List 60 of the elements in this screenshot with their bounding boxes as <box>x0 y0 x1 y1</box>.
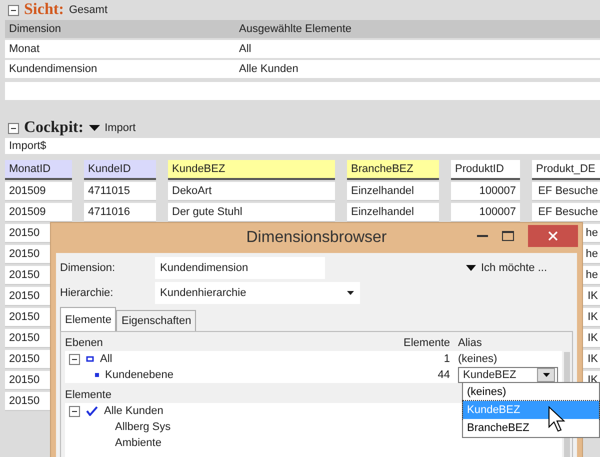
dropdown-arrow-icon <box>347 291 354 295</box>
column-header[interactable]: ProduktID <box>451 160 520 180</box>
table-cell: 4711015 <box>84 182 156 201</box>
table-cell: 100007 <box>451 203 520 222</box>
tab[interactable]: Elemente <box>60 307 116 331</box>
collapse-icon[interactable] <box>8 4 19 16</box>
tree-item[interactable]: Kundenebene <box>105 369 174 381</box>
section-title: Sicht: <box>24 1 64 19</box>
table-cell: 100007 <box>451 182 520 201</box>
tree-item[interactable]: Alle Kunden <box>104 405 164 417</box>
table-cell-text: 1 <box>442 353 451 365</box>
table-cell: 4711016 <box>84 203 156 222</box>
level-icon <box>86 356 94 362</box>
dropdown-arrow-icon <box>466 265 476 271</box>
collapse-icon[interactable] <box>69 354 80 364</box>
table-cell-text: Monat <box>8 43 41 55</box>
table-cell: 201509 <box>5 182 72 201</box>
table-cell: EF Besuche <box>532 182 600 201</box>
column-header[interactable]: KundeBEZ <box>168 160 335 180</box>
column-header: Elemente <box>402 337 451 349</box>
table-cell: DekoArt <box>168 182 335 201</box>
collapse-icon[interactable] <box>69 406 80 416</box>
dialog-title: Dimensionsbrowser <box>246 229 387 247</box>
tree-item[interactable]: Allberg Sys <box>115 421 171 433</box>
dropdown-arrow-icon[interactable] <box>88 124 100 132</box>
column-header[interactable]: Produkt_DE <box>532 160 600 180</box>
section-value: Gesamt <box>69 4 108 16</box>
table-cell-text: (keines) <box>458 353 498 365</box>
collapse-icon[interactable] <box>8 122 19 134</box>
maximize-icon[interactable] <box>502 231 514 241</box>
table-cell: 201509 <box>5 203 72 222</box>
tree-item[interactable]: Ambiente <box>115 437 162 449</box>
source-label: Import$ <box>5 138 600 154</box>
alias-dropdown[interactable]: KundeBEZ <box>458 367 558 383</box>
table-cell: Einzelhandel <box>347 182 439 201</box>
table-cell-text: Kundendimension <box>8 63 98 75</box>
close-icon <box>548 231 558 241</box>
close-button[interactable] <box>528 225 578 247</box>
column-header: Dimension <box>8 23 62 35</box>
tab[interactable]: Eigenschaften <box>116 310 196 331</box>
column-header[interactable]: BrancheBEZ <box>347 160 439 180</box>
column-header[interactable]: MonatID <box>5 160 72 180</box>
section-value: Import <box>104 122 136 134</box>
cursor-icon <box>548 406 566 432</box>
dimension-field[interactable]: Kundendimension <box>155 257 325 279</box>
table-cell-text: All <box>238 43 252 55</box>
tree-item[interactable]: All <box>100 353 112 365</box>
level-icon <box>95 373 99 377</box>
column-header[interactable]: KundeID <box>84 160 156 180</box>
table-cell-text: Alle Kunden <box>238 63 300 75</box>
dropdown-arrow-icon <box>542 373 550 377</box>
hierarchy-dropdown[interactable]: Kundenhierarchie <box>155 282 360 304</box>
column-header: Ausgewählte Elemente <box>238 23 353 35</box>
checkmark-icon[interactable] <box>86 406 98 416</box>
table-cell: EF Besuche <box>532 203 600 222</box>
section-title: Cockpit: <box>24 119 84 137</box>
table-cell: Der gute Stuhl <box>168 203 335 222</box>
table-cell: Einzelhandel <box>347 203 439 222</box>
table-cell-text: 44 <box>436 369 451 381</box>
column-header: Alias <box>458 337 483 349</box>
